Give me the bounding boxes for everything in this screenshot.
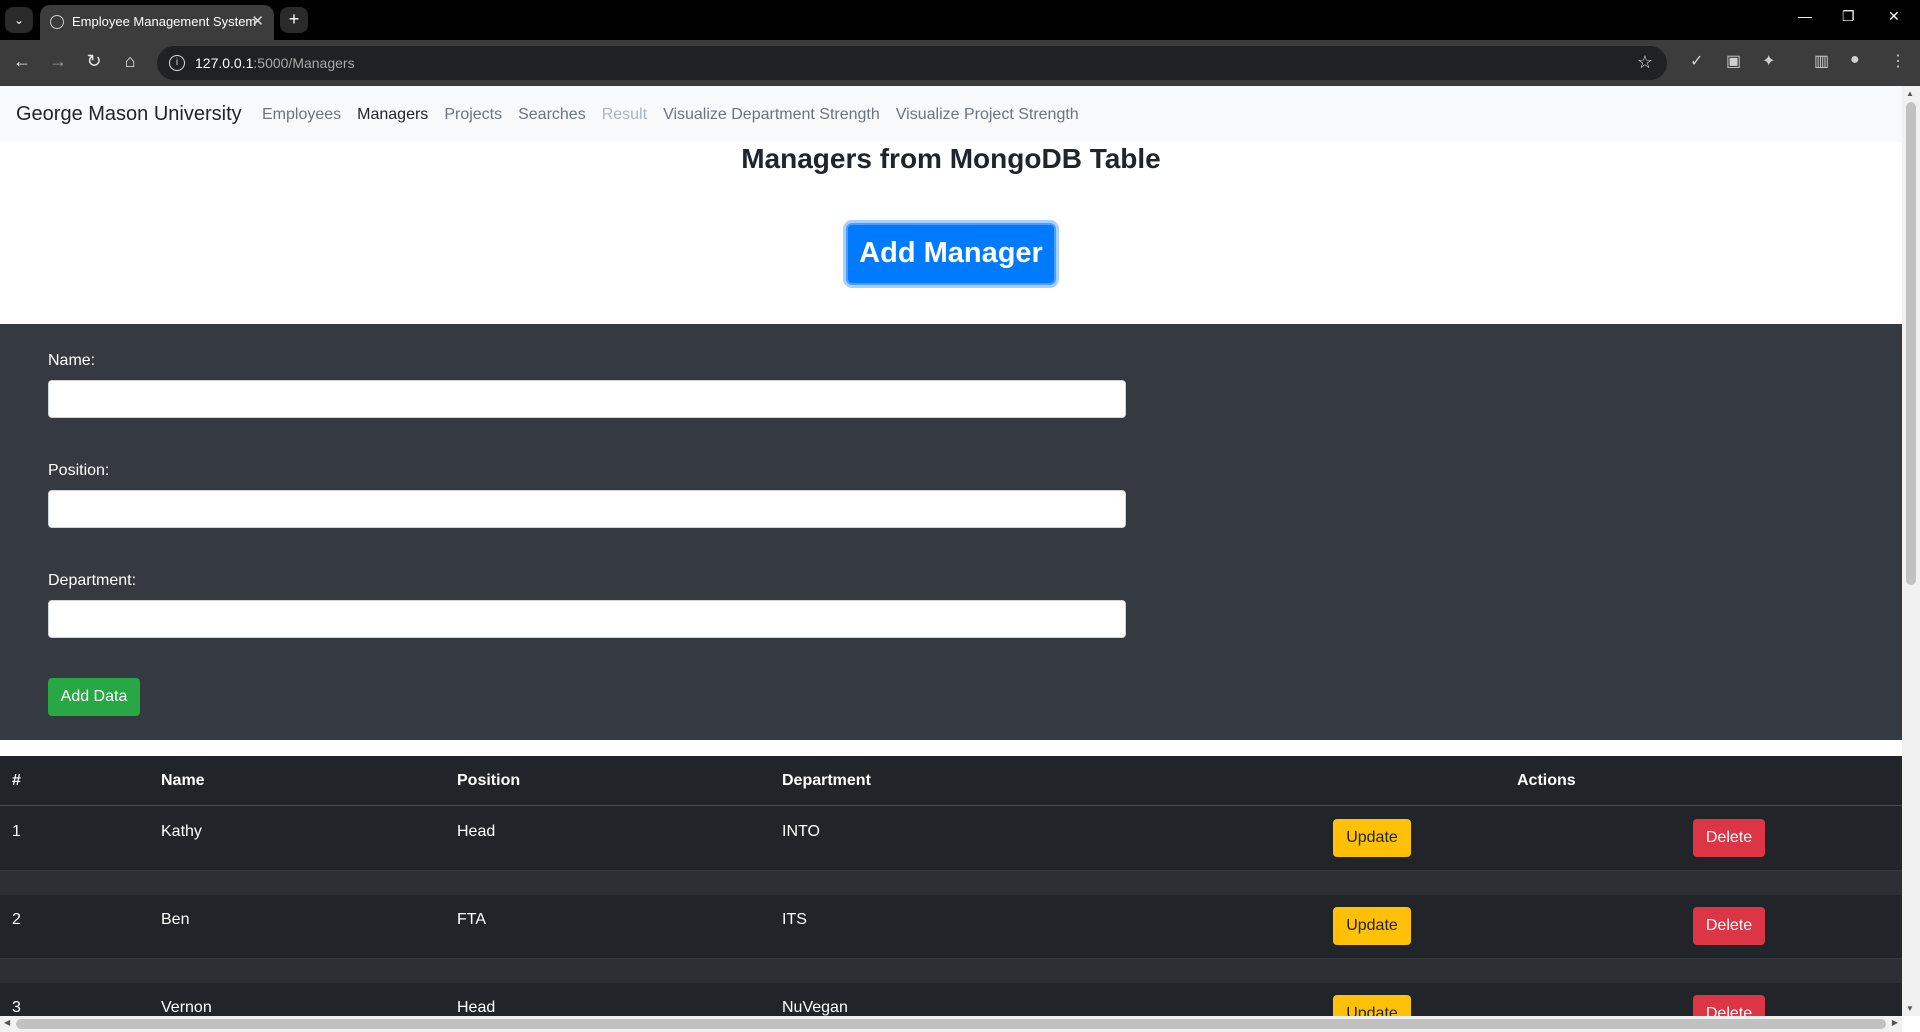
globe-icon [50,15,64,29]
nav-link-result: Result [601,106,648,123]
cell-name: Ben [161,911,190,928]
page-title: Managers from MongoDB Table [741,143,1161,174]
cell-position: Head [457,999,496,1016]
tab-title: Employee Management System [72,14,257,29]
profile-avatar-icon[interactable]: ● [1850,51,1860,69]
row-spacer [0,959,1902,983]
cell-num: 1 [12,823,21,840]
update-button[interactable]: Update [1333,995,1411,1016]
name-input[interactable] [48,380,1126,418]
header-position: Position [457,772,521,789]
nav-links: Employees Managers Projects Searches Res… [262,106,1079,124]
cell-name: Kathy [161,823,202,840]
nav-link-managers[interactable]: Managers [357,106,428,124]
update-button[interactable]: Update [1333,819,1411,857]
navbar-brand[interactable]: George Mason University [16,103,242,126]
managers-table: # Name Position Department Actions 1 Kat… [0,756,1902,1016]
department-input[interactable] [48,600,1126,638]
scroll-right-icon[interactable]: ▶ [1892,1018,1898,1027]
window-close-icon[interactable]: ✕ [1888,8,1900,25]
back-icon[interactable]: ← [10,51,34,72]
tab-close-icon[interactable]: ✕ [251,12,264,30]
nav-link-searches[interactable]: Searches [518,106,586,124]
site-navbar: George Mason University Employees Manage… [0,86,1902,142]
delete-button[interactable]: Delete [1693,907,1765,945]
extension-icon[interactable]: ▣ [1726,51,1741,71]
cell-name: Vernon [161,999,212,1016]
table-row: 2 Ben FTA ITS Update Delete [0,895,1902,959]
header-name: Name [161,772,205,789]
add-data-button[interactable]: Add Data [48,678,140,716]
cell-num: 3 [12,999,21,1016]
site-info-icon[interactable]: i [169,55,185,71]
delete-button[interactable]: Delete [1693,819,1765,857]
header-actions: Actions [1517,772,1576,789]
page-viewport: George Mason University Employees Manage… [0,86,1902,1016]
department-label: Department: [48,572,137,589]
row-spacer [0,871,1902,895]
check-extension-icon[interactable]: ✓ [1690,51,1703,71]
address-bar[interactable]: i 127.0.0.1:5000/Managers ☆ [157,46,1667,80]
cell-position: FTA [457,911,487,928]
browser-tab[interactable]: Employee Management System ✕ [40,5,274,40]
nav-link-projects[interactable]: Projects [444,106,502,124]
browser-toolbar: ← → ↻ ⌂ i 127.0.0.1:5000/Managers ☆ ✓ ▣ … [0,40,1920,86]
cell-department: ITS [782,911,807,928]
add-manager-form: Name: Position: Department: Add Data [0,324,1902,740]
add-manager-button[interactable]: Add Manager [846,223,1056,285]
table-row: 3 Vernon Head NuVegan Update Delete [0,983,1902,1016]
nav-link-visualize-department[interactable]: Visualize Department Strength [663,106,880,124]
url-text: 127.0.0.1:5000/Managers [195,55,355,71]
cell-department: NuVegan [782,999,848,1016]
table-header: # Name Position Department Actions [0,756,1902,806]
cell-num: 2 [12,911,21,928]
table-row: 1 Kathy Head INTO Update Delete [0,807,1902,871]
minimize-icon[interactable]: — [1798,8,1812,24]
restore-icon[interactable]: ❐ [1842,8,1855,25]
horizontal-scroll-thumb[interactable] [16,1019,1886,1029]
scroll-up-icon[interactable]: ▲ [1906,89,1914,98]
position-label: Position: [48,462,110,479]
header-num: # [12,772,21,789]
position-input[interactable] [48,490,1126,528]
scroll-down-icon[interactable]: ▼ [1906,1004,1914,1013]
new-tab-button[interactable]: + [280,7,308,33]
update-button[interactable]: Update [1333,907,1411,945]
cell-position: Head [457,823,496,840]
name-label: Name: [48,352,96,369]
delete-button[interactable]: Delete [1693,995,1765,1016]
tab-search-button[interactable]: ⌄ [5,7,33,33]
nav-link-employees[interactable]: Employees [262,106,341,124]
horizontal-scrollbar[interactable]: ◀ ▶ [0,1016,1902,1032]
home-icon[interactable]: ⌂ [118,51,142,72]
puzzle-extensions-icon[interactable]: ✦ [1762,51,1775,71]
browser-menu-icon[interactable]: ⋮ [1890,51,1906,71]
vertical-scroll-thumb[interactable] [1906,102,1916,585]
nav-link-visualize-project[interactable]: Visualize Project Strength [896,106,1079,124]
cell-department: INTO [782,823,820,840]
forward-icon[interactable]: → [46,51,70,72]
reload-icon[interactable]: ↻ [82,51,106,72]
header-department: Department [782,772,871,789]
side-panel-icon[interactable]: ▥ [1814,51,1829,71]
bookmark-star-icon[interactable]: ☆ [1637,52,1653,73]
scroll-left-icon[interactable]: ◀ [4,1018,10,1027]
vertical-scrollbar[interactable]: ▲ ▼ [1902,86,1920,1016]
browser-tab-bar: ⌄ Employee Management System ✕ + — ❐ ✕ [0,0,1920,40]
